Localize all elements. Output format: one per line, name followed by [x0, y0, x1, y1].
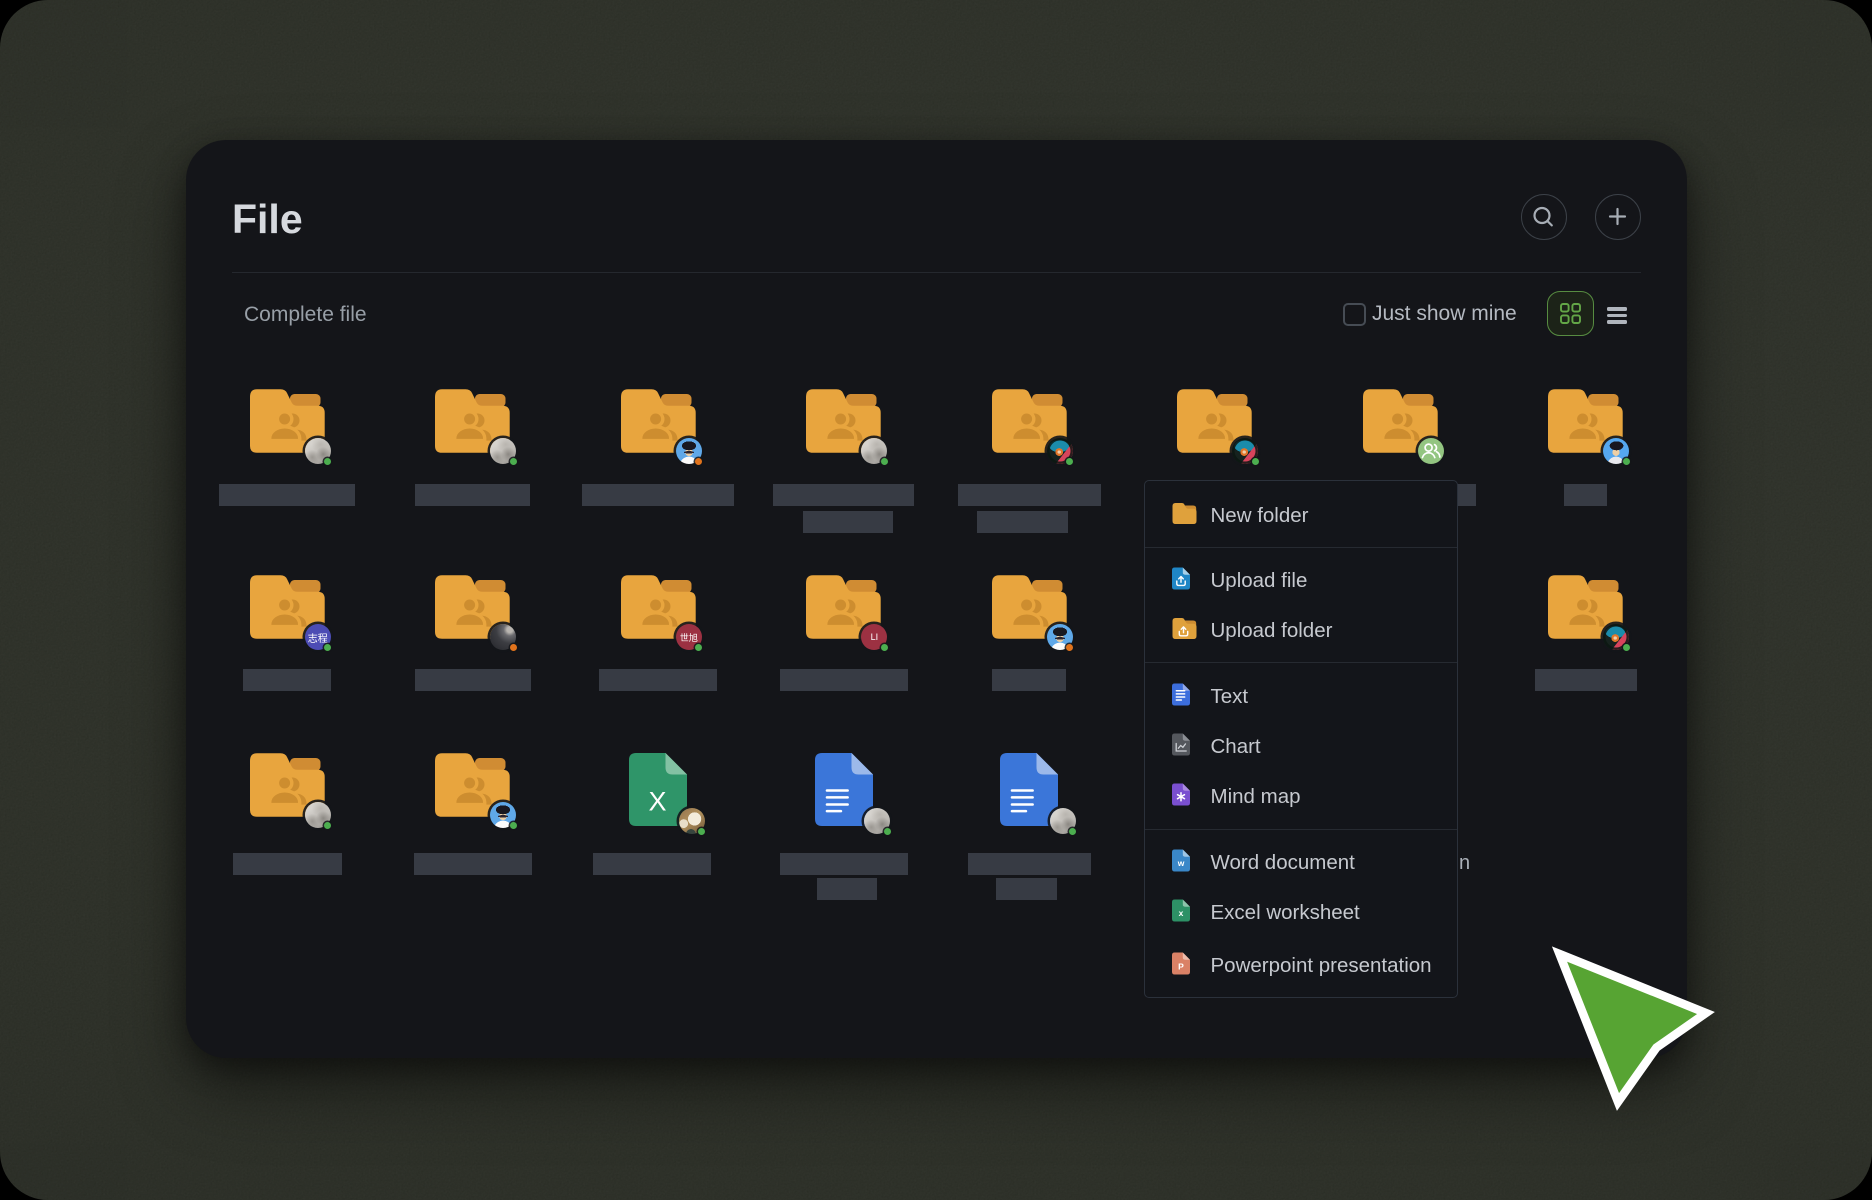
- svg-text:X: X: [649, 786, 667, 816]
- svg-text:w: w: [1176, 858, 1184, 868]
- svg-text:P: P: [1178, 961, 1184, 971]
- svg-text:x: x: [1178, 908, 1183, 918]
